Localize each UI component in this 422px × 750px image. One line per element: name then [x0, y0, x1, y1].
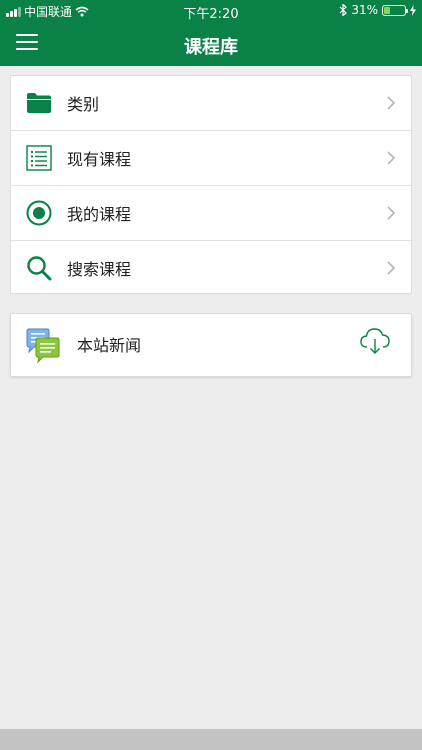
menu-item-label: 现有课程 [67, 150, 132, 169]
status-bar: 中国联通 下午2:20 31% [0, 0, 422, 22]
battery-percent: 31% [351, 3, 378, 17]
charging-icon [410, 4, 416, 16]
battery-fill [384, 6, 391, 14]
chevron-right-icon [387, 96, 396, 110]
site-news-card[interactable]: 本站新闻 [10, 313, 412, 377]
app-header: 中国联通 下午2:20 31% 课程库 [0, 0, 422, 66]
chevron-right-icon [387, 206, 396, 220]
menu-item-label: 类别 [67, 95, 100, 114]
status-right: 31% [339, 3, 416, 17]
folder-icon [25, 89, 53, 117]
menu-item-label: 搜索课程 [67, 260, 132, 279]
menu-item-available-courses[interactable]: 现有课程 [11, 131, 411, 186]
site-news-label: 本站新闻 [77, 336, 142, 355]
bottom-bar [0, 729, 422, 750]
menu-item-category[interactable]: 类别 [11, 76, 411, 131]
target-icon [25, 199, 53, 227]
cloud-download-icon[interactable] [359, 326, 391, 356]
menu-card: 类别 现有课程 我的课程 搜索课程 [10, 75, 412, 294]
chevron-right-icon [387, 261, 396, 275]
battery-icon [382, 4, 408, 16]
chat-bubbles-icon [26, 328, 60, 364]
menu-item-label: 我的课程 [67, 205, 132, 224]
menu-item-my-courses[interactable]: 我的课程 [11, 186, 411, 241]
bluetooth-icon [339, 4, 348, 16]
search-icon [25, 254, 53, 282]
menu-item-search-courses[interactable]: 搜索课程 [11, 241, 411, 295]
chevron-right-icon [387, 151, 396, 165]
list-icon [25, 144, 53, 172]
page-title: 课程库 [184, 37, 238, 58]
